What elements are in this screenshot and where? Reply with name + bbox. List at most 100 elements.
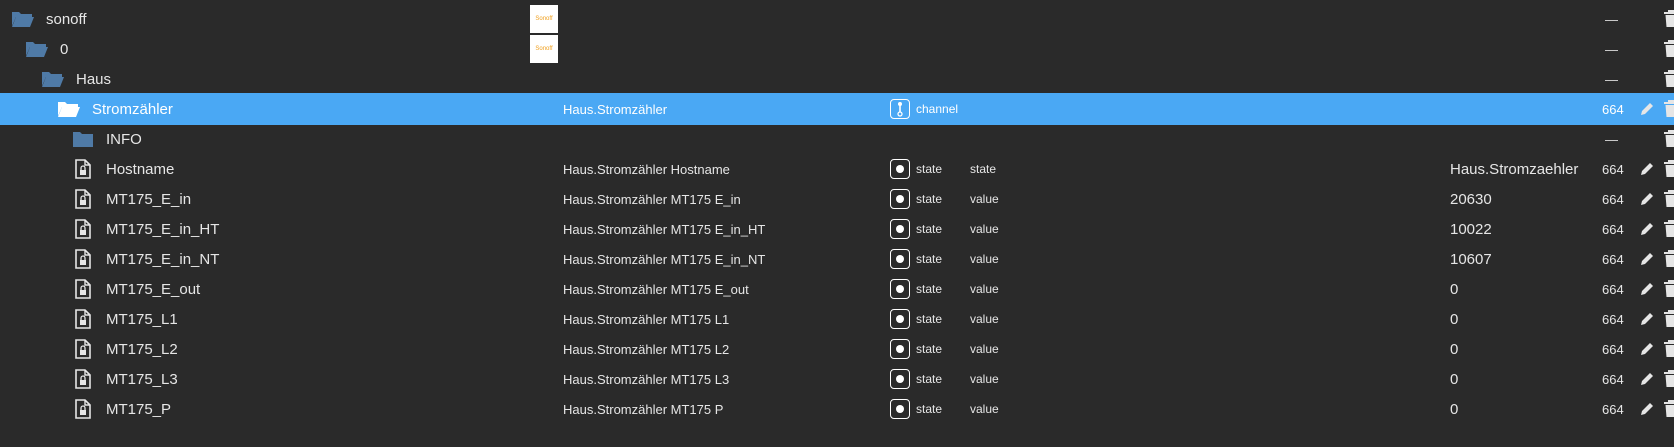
file-lock-icon[interactable] [70, 368, 96, 390]
trash-icon[interactable] [1664, 333, 1674, 365]
object-id-label: MT175_L1 [106, 310, 178, 328]
object-value[interactable]: 0 [1450, 303, 1458, 335]
object-value[interactable]: 20630 [1450, 183, 1492, 215]
trash-icon[interactable] [1664, 393, 1674, 425]
pencil-icon[interactable] [1638, 243, 1656, 275]
object-id-label: sonoff [46, 10, 87, 28]
object-id-label: Hostname [106, 160, 175, 178]
tree-item-name-cell[interactable]: MT175_E_in_NT [70, 243, 219, 275]
tree-row[interactable]: INFO — [0, 123, 1674, 155]
pencil-icon[interactable] [1638, 303, 1656, 335]
file-lock-icon[interactable] [70, 248, 96, 270]
tree-row[interactable]: MT175_L3 Haus.Stromzähler MT175 L3 state va… [0, 363, 1674, 395]
tree-item-name-cell[interactable]: INFO [70, 123, 142, 155]
object-value[interactable]: 10022 [1450, 213, 1492, 245]
tree-item-name-cell[interactable]: Hostname [70, 153, 174, 185]
pencil-icon[interactable] [1638, 93, 1656, 125]
object-value[interactable]: Haus.Stromzaehler [1450, 153, 1578, 185]
object-name: Haus.Stromzähler MT175 L1 [563, 311, 730, 327]
folder-open-icon[interactable] [10, 8, 36, 30]
object-id-label: MT175_L3 [106, 370, 178, 388]
trash-icon[interactable] [1664, 63, 1674, 95]
object-id-label: Haus [76, 70, 112, 88]
object-role: value [970, 222, 999, 236]
acl-label[interactable]: 664 [1602, 273, 1624, 305]
acl-label[interactable]: 664 [1602, 183, 1624, 215]
trash-icon[interactable] [1664, 153, 1674, 185]
object-value[interactable]: 10607 [1450, 243, 1492, 275]
trash-icon[interactable] [1664, 183, 1674, 215]
file-lock-icon[interactable] [70, 218, 96, 240]
file-lock-icon[interactable] [70, 398, 96, 420]
tree-item-name-cell[interactable]: MT175_L2 [70, 333, 178, 365]
tree-row[interactable]: Hostname Haus.Stromzähler Hostname state st… [0, 153, 1674, 185]
tree-item-name-cell[interactable]: MT175_E_out [70, 273, 200, 305]
tree-item-name-cell[interactable]: MT175_P [70, 393, 171, 425]
acl-label[interactable]: 664 [1602, 363, 1624, 395]
acl-label[interactable]: 664 [1602, 333, 1624, 365]
folder-open-icon[interactable] [40, 68, 66, 90]
object-name: Haus.Stromzähler MT175 L3 [563, 371, 730, 387]
folder-open-icon[interactable] [56, 98, 82, 120]
state-role-icon [890, 189, 910, 209]
trash-icon[interactable] [1664, 33, 1674, 65]
object-value[interactable]: 0 [1450, 363, 1458, 395]
acl-label[interactable]: 664 [1602, 153, 1624, 185]
tree-item-name-cell[interactable]: MT175_E_in_HT [70, 213, 219, 245]
pencil-icon[interactable] [1638, 363, 1656, 395]
pencil-icon[interactable] [1638, 213, 1656, 245]
tree-item-name-cell[interactable]: Haus [40, 63, 111, 95]
trash-icon[interactable] [1664, 93, 1674, 125]
tree-row[interactable]: MT175_L2 Haus.Stromzähler MT175 L2 state va… [0, 333, 1674, 365]
pencil-icon[interactable] [1638, 273, 1656, 305]
tree-item-name-cell[interactable]: 0 [24, 33, 68, 65]
object-role: value [970, 312, 999, 326]
file-lock-icon[interactable] [70, 308, 96, 330]
object-name: Haus.Stromzähler MT175 E_in_HT [563, 221, 766, 237]
trash-icon[interactable] [1664, 243, 1674, 275]
trash-icon[interactable] [1664, 123, 1674, 155]
object-value[interactable]: 0 [1450, 333, 1458, 365]
tree-item-name-cell[interactable]: MT175_L3 [70, 363, 178, 395]
file-lock-icon[interactable] [70, 158, 96, 180]
trash-icon[interactable] [1664, 213, 1674, 245]
acl-label[interactable]: 664 [1602, 393, 1624, 425]
acl-label[interactable]: 664 [1602, 93, 1624, 125]
tree-row[interactable]: Haus — [0, 63, 1674, 95]
file-lock-icon[interactable] [70, 188, 96, 210]
tree-row[interactable]: MT175_E_in_HT Haus.Stromzähler MT175 E_in… [0, 213, 1674, 245]
acl-label[interactable]: 664 [1602, 243, 1624, 275]
tree-row[interactable]: MT175_E_out Haus.Stromzähler MT175 E_out s… [0, 273, 1674, 305]
tree-row[interactable]: MT175_P Haus.Stromzähler MT175 P state valu… [0, 393, 1674, 425]
object-id-label: MT175_E_in_NT [106, 250, 220, 268]
trash-icon[interactable] [1664, 303, 1674, 335]
state-role-icon [890, 309, 910, 329]
folder-open-icon[interactable] [24, 38, 50, 60]
folder-icon[interactable] [70, 128, 96, 150]
tree-row[interactable]: Stromzähler Haus.Stromzähler channel 664 [0, 93, 1674, 125]
tree-row[interactable]: 0 Sonoff — [0, 33, 1674, 65]
acl-label[interactable]: 664 [1602, 303, 1624, 335]
tree-item-name-cell[interactable]: MT175_L1 [70, 303, 178, 335]
object-value[interactable]: 0 [1450, 393, 1458, 425]
trash-icon[interactable] [1664, 273, 1674, 305]
file-lock-icon[interactable] [70, 338, 96, 360]
sonoff-logo-text: Sonoff [535, 46, 553, 52]
tree-item-name-cell[interactable]: sonoff [10, 3, 87, 35]
trash-icon[interactable] [1664, 363, 1674, 395]
tree-row[interactable]: MT175_E_in_NT Haus.Stromzähler MT175 E_in… [0, 243, 1674, 275]
pencil-icon[interactable] [1638, 183, 1656, 215]
object-value[interactable]: 0 [1450, 273, 1458, 305]
trash-icon[interactable] [1664, 3, 1674, 35]
pencil-icon[interactable] [1638, 333, 1656, 365]
tree-row[interactable]: MT175_L1 Haus.Stromzähler MT175 L1 state va… [0, 303, 1674, 335]
tree-row[interactable]: MT175_E_in Haus.Stromzähler MT175 E_in sta… [0, 183, 1674, 215]
pencil-icon[interactable] [1638, 393, 1656, 425]
pencil-icon[interactable] [1638, 153, 1656, 185]
tree-item-name-cell[interactable]: MT175_E_in [70, 183, 191, 215]
tree-row[interactable]: sonoff Sonoff — [0, 3, 1674, 35]
state-role-icon [890, 339, 910, 359]
acl-label[interactable]: 664 [1602, 213, 1624, 245]
tree-item-name-cell[interactable]: Stromzähler [56, 93, 173, 125]
file-lock-icon[interactable] [70, 278, 96, 300]
